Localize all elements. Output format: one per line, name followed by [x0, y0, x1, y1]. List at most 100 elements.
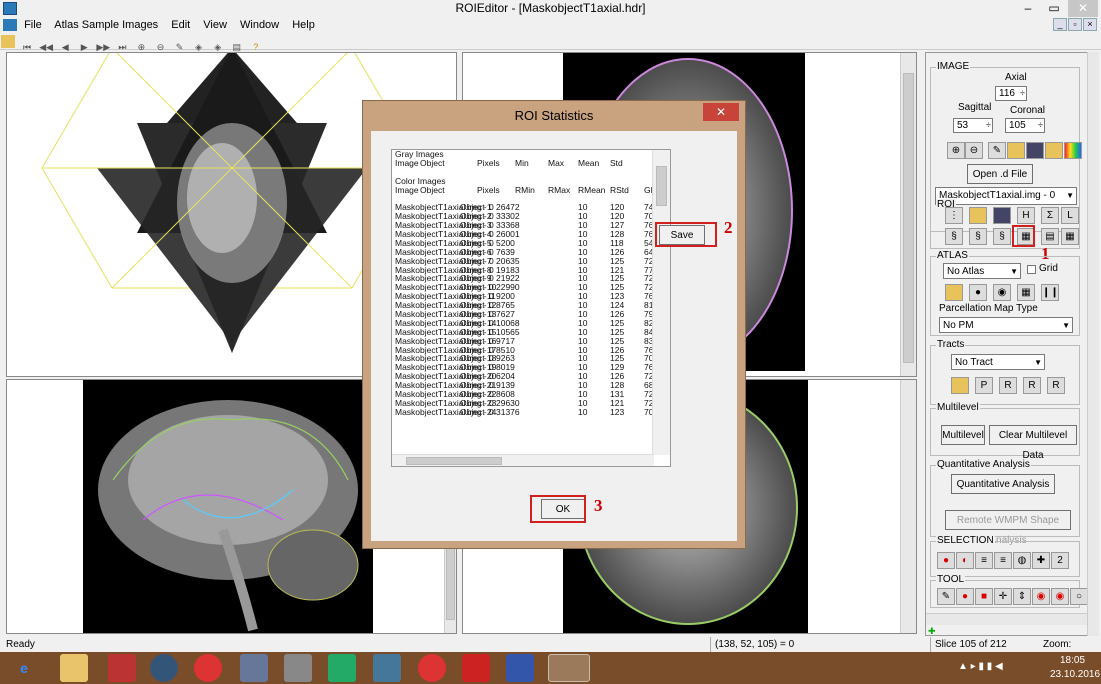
mdi-close-button[interactable]: × [1083, 18, 1097, 31]
tool-pencil-icon[interactable]: ✎ [937, 588, 955, 605]
stats-h-thumb[interactable] [406, 457, 502, 465]
tool-plus-icon[interactable]: ✛ [994, 588, 1012, 605]
zoom-in-icon[interactable]: ⊕ [947, 142, 965, 159]
acrobat-icon[interactable] [462, 654, 490, 682]
menu-help[interactable]: Help [292, 19, 315, 31]
roi-l-icon[interactable]: L [1061, 207, 1079, 224]
roi-stats-icon[interactable]: Σ [1041, 207, 1059, 224]
axial-scroll-thumb[interactable] [903, 73, 914, 363]
roi-s1-icon[interactable]: § [945, 228, 963, 245]
mdi-minimize-button[interactable]: _ [1053, 18, 1067, 31]
roi-grid-icon[interactable]: ▦ [1061, 228, 1079, 245]
pm-select[interactable]: No PM [939, 317, 1073, 334]
select-brain-icon[interactable]: ◍ [1013, 552, 1031, 569]
tool-circle-icon[interactable]: ◉ [1032, 588, 1050, 605]
coronal-spinner[interactable]: 105 [1005, 118, 1045, 133]
coronal-scrollbar[interactable] [900, 380, 916, 633]
tool-ring-icon[interactable]: ○ [1070, 588, 1088, 605]
roi-h-icon[interactable]: H [1017, 207, 1035, 224]
tract-open-icon[interactable] [951, 377, 969, 394]
roieditor-taskbar-icon[interactable] [548, 654, 590, 682]
stats-v-scrollbar[interactable] [652, 150, 670, 455]
menu-window[interactable]: Window [240, 19, 279, 31]
chrome-icon[interactable] [194, 654, 222, 682]
cursor-tool-icon[interactable]: ✎ [988, 142, 1006, 159]
color-map-icon[interactable] [1064, 142, 1082, 159]
panel-tab-icon[interactable]: ✚ [928, 626, 942, 636]
app-icon[interactable] [3, 2, 17, 15]
edit-image-icon[interactable] [1045, 142, 1063, 159]
maximize-button[interactable]: ▭ [1041, 0, 1067, 17]
zoom-out-icon[interactable]: ⊖ [965, 142, 983, 159]
select-num-icon[interactable]: 2 [1051, 552, 1069, 569]
grid-checkbox[interactable] [1027, 265, 1036, 274]
explorer-icon[interactable] [60, 654, 88, 682]
tray-icons[interactable]: ▲ ▸ ▮ ▮ ◀ [958, 661, 1003, 672]
tracts-group: Tracts No Tract P R R R [930, 339, 1080, 405]
excel-icon[interactable] [328, 654, 356, 682]
menu-view[interactable]: View [203, 19, 227, 31]
save-image-icon[interactable] [1026, 142, 1044, 159]
roi-save-icon[interactable] [993, 207, 1011, 224]
statistics-text-area[interactable]: Gray Images Image Object Pixels Min Max Mean S… [391, 149, 671, 467]
tract-r1-icon[interactable]: R [999, 377, 1017, 394]
app9-icon[interactable] [373, 654, 401, 682]
menu-file[interactable]: File [24, 19, 42, 31]
tool-square-icon[interactable]: ■ [975, 588, 993, 605]
doc-icon[interactable] [3, 19, 17, 31]
clear-multilevel-button[interactable]: Clear Multilevel Data [989, 425, 1077, 461]
axial-scrollbar[interactable] [900, 53, 916, 376]
tool-dot-icon[interactable]: ● [956, 588, 974, 605]
quantitative-analysis-button[interactable]: Quantitative Analysis [951, 474, 1055, 494]
roi-s2-icon[interactable]: § [969, 228, 987, 245]
remote-wmpm-button[interactable]: Remote WMPM Shape Analysis [945, 510, 1071, 546]
roi-s3-icon[interactable]: § [993, 228, 1011, 245]
toolbar: ⏮ ◀◀ ◀ ▶ ▶▶ ⏭ ⊕ ⊖ ✎ ◈ ◈ ▤ ? [0, 33, 1101, 52]
tool-target-icon[interactable]: ◉ [1051, 588, 1069, 605]
tract-p-icon[interactable]: P [975, 377, 993, 394]
menu-atlas[interactable]: Atlas Sample Images [54, 19, 158, 31]
media-icon[interactable] [150, 654, 178, 682]
multilevel-button[interactable]: Multilevel [941, 425, 985, 445]
atlas-open-icon[interactable] [945, 284, 963, 301]
atlas-brain-icon[interactable]: ● [969, 284, 987, 301]
tract-r2-icon[interactable]: R [1023, 377, 1041, 394]
panel-v-scrollbar[interactable] [1087, 52, 1099, 636]
sagittal-spinner[interactable]: 53 [953, 118, 993, 133]
app3-icon[interactable] [108, 654, 136, 682]
select-arc-icon[interactable]: ◐ [956, 552, 974, 569]
atlas-select[interactable]: No Atlas [943, 263, 1021, 280]
app10-icon[interactable] [418, 654, 446, 682]
roi-open-icon[interactable] [969, 207, 987, 224]
axial-spinner[interactable]: 116 [995, 86, 1027, 101]
mdi-restore-button[interactable]: ▫ [1068, 18, 1082, 31]
panel-h-scrollbar[interactable] [926, 613, 1093, 625]
stats-h-scrollbar[interactable] [392, 454, 654, 466]
select-mix-icon[interactable]: ✚ [1032, 552, 1050, 569]
select-lines-icon[interactable]: ≡ [975, 552, 993, 569]
select-lines2-icon[interactable]: ≡ [994, 552, 1012, 569]
app6-icon[interactable] [240, 654, 268, 682]
tool-group: TOOL ✎ ● ■ ✛ ⇕ ◉ ◉ ○ [930, 574, 1088, 608]
annotation-number-3: 3 [594, 496, 603, 515]
atlas-pause-icon[interactable]: ❙❙ [1041, 284, 1059, 301]
word-icon[interactable] [506, 654, 534, 682]
menu-edit[interactable]: Edit [171, 19, 190, 31]
atlas-slice-icon[interactable]: ◉ [993, 284, 1011, 301]
stats-v-thumb[interactable] [656, 166, 667, 206]
tool-move-icon[interactable]: ⇕ [1013, 588, 1031, 605]
close-button[interactable]: ✕ [1068, 0, 1098, 17]
dialog-close-button[interactable]: ✕ [703, 103, 739, 121]
roi-table-icon[interactable]: ▤ [1041, 228, 1059, 245]
tract-r3-icon[interactable]: R [1047, 377, 1065, 394]
open-d-file-button[interactable]: Open .d File [967, 164, 1033, 184]
calculator-icon[interactable] [284, 654, 312, 682]
atlas-grid-icon[interactable]: ▦ [1017, 284, 1035, 301]
open-icon[interactable] [1, 35, 15, 48]
ie-icon[interactable]: e [10, 654, 38, 682]
tract-select[interactable]: No Tract [951, 354, 1045, 371]
minimize-button[interactable]: – [1015, 0, 1041, 17]
select-circle-icon[interactable]: ● [937, 552, 955, 569]
roi-draw-icon[interactable]: ⋮ [945, 207, 963, 224]
open-image-icon[interactable] [1007, 142, 1025, 159]
